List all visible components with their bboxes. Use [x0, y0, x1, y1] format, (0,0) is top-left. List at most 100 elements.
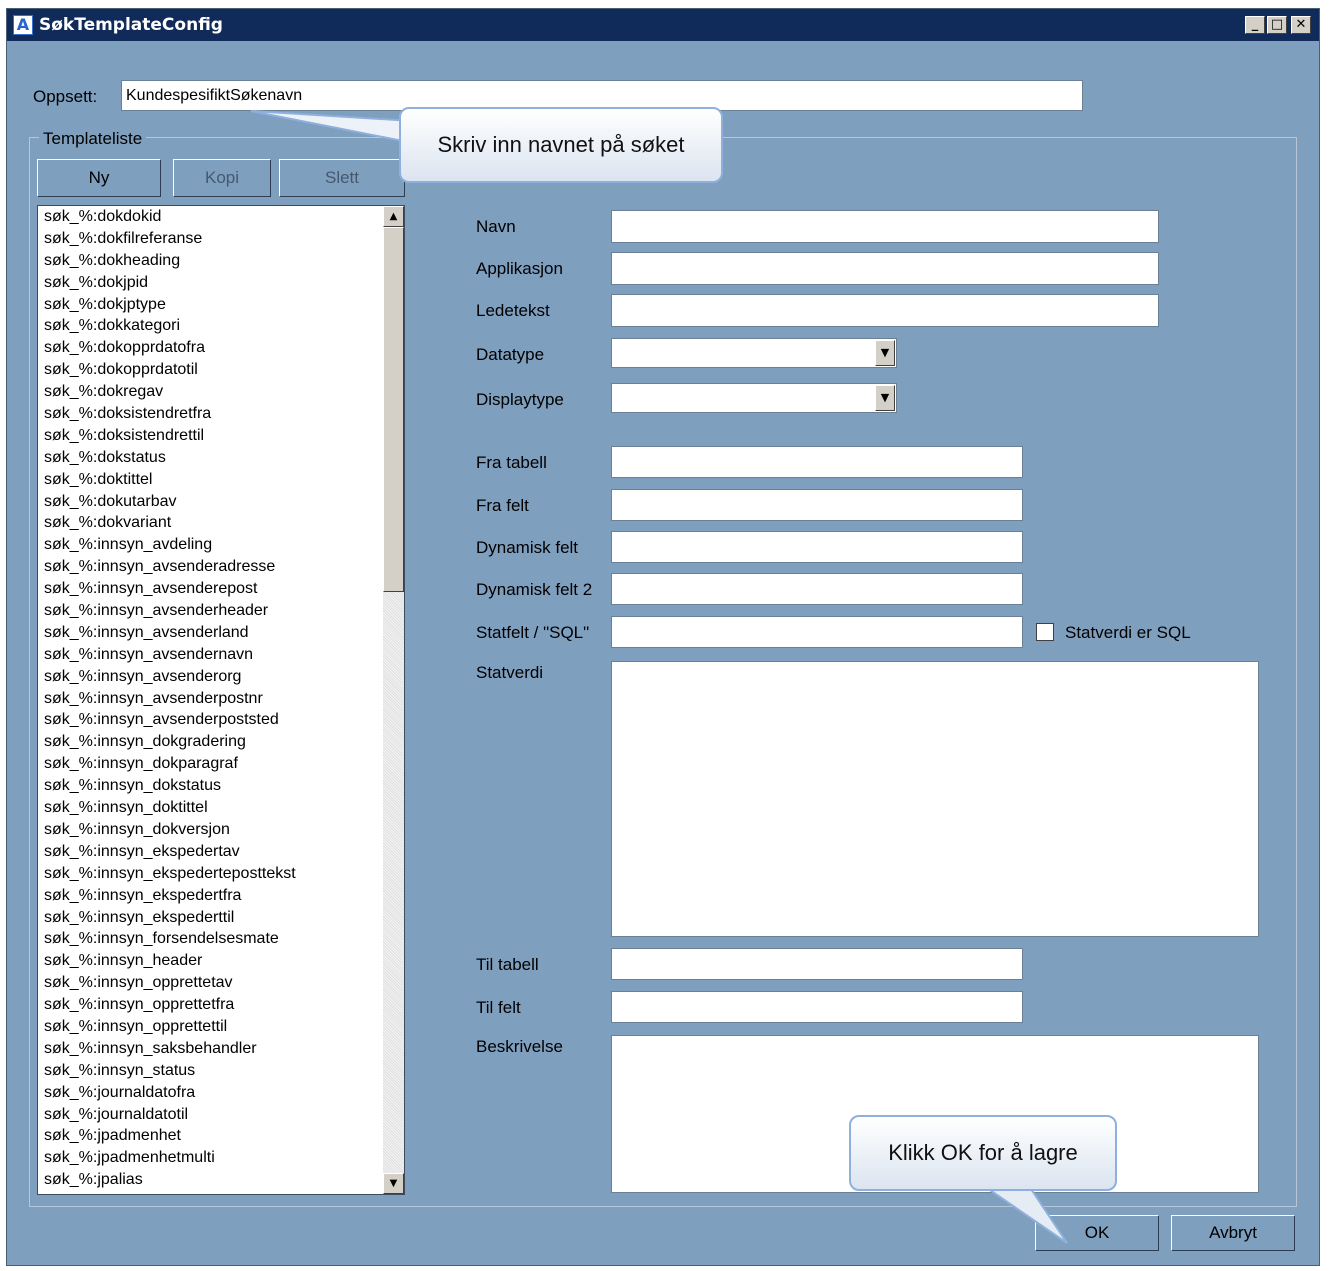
list-item[interactable]: søk_%:innsyn_status [44, 1061, 404, 1083]
scroll-thumb[interactable] [383, 227, 404, 592]
list-item[interactable]: søk_%:dokdokid [44, 207, 404, 229]
fra-felt-field[interactable] [611, 489, 1023, 521]
list-item[interactable]: søk_%:doksistendrettil [44, 426, 404, 448]
list-item[interactable]: søk_%:innsyn_avsenderpoststed [44, 710, 404, 732]
list-item[interactable]: søk_%:innsyn_avsenderheader [44, 601, 404, 623]
list-item[interactable]: søk_%:innsyn_dokstatus [44, 776, 404, 798]
cancel-button[interactable]: Avbryt [1171, 1215, 1295, 1251]
list-item[interactable]: søk_%:innsyn_avsenderpostnr [44, 689, 404, 711]
ledetekst-label: Ledetekst [476, 301, 550, 320]
chevron-down-icon[interactable]: ▼ [875, 340, 895, 366]
list-item[interactable]: søk_%:journaldatotil [44, 1105, 404, 1127]
navn-field[interactable] [611, 210, 1159, 243]
list-item[interactable]: søk_%:dokregav [44, 382, 404, 404]
list-item[interactable]: søk_%:innsyn_avsendernavn [44, 645, 404, 667]
applikasjon-field[interactable] [611, 252, 1159, 285]
list-item[interactable]: søk_%:jpadmenhetmulti [44, 1148, 404, 1170]
list-item[interactable]: søk_%:innsyn_opprettetfra [44, 995, 404, 1017]
fra-felt-input[interactable] [612, 490, 1022, 520]
fra-tabell-label: Fra tabell [476, 453, 547, 472]
list-item[interactable]: søk_%:doksistendretfra [44, 404, 404, 426]
copy-button[interactable]: Kopi [173, 159, 271, 197]
list-item[interactable]: søk_%:innsyn_opprettettil [44, 1017, 404, 1039]
statfelt-label: Statfelt / "SQL" [476, 623, 590, 642]
templateliste-label: Templateliste [39, 129, 147, 149]
statverdi-textarea[interactable] [611, 661, 1259, 937]
til-tabell-input[interactable] [612, 949, 1022, 979]
template-list-items: søk_%:dokdokid søk_%:dokfilreferanse søk_%… [38, 206, 404, 1192]
list-item[interactable]: søk_%:innsyn_avsenderorg [44, 667, 404, 689]
list-item[interactable]: søk_%:dokjptype [44, 295, 404, 317]
list-item[interactable]: søk_%:innsyn_avdeling [44, 535, 404, 557]
navn-label: Navn [476, 217, 516, 236]
ledetekst-input[interactable] [612, 295, 1158, 326]
statverdi-label: Statverdi [476, 663, 544, 682]
list-item[interactable]: søk_%:doktittel [44, 470, 404, 492]
list-item[interactable]: søk_%:jpadmenhet [44, 1126, 404, 1148]
list-item[interactable]: søk_%:journaldatofra [44, 1083, 404, 1105]
statverdi-er-sql-checkbox[interactable] [1036, 623, 1054, 641]
list-item[interactable]: søk_%:dokjpid [44, 273, 404, 295]
title-bar[interactable]: A SøkTemplateConfig _ □ ✕ [7, 9, 1319, 41]
list-item[interactable]: søk_%:innsyn_avsenderepost [44, 579, 404, 601]
scroll-up-icon[interactable]: ▲ [383, 206, 404, 227]
list-item[interactable]: søk_%:dokkategori [44, 316, 404, 338]
list-item[interactable]: søk_%:innsyn_dokgradering [44, 732, 404, 754]
datatype-select[interactable]: ▼ [611, 338, 897, 368]
list-item[interactable]: søk_%:innsyn_forsendelsesmate [44, 929, 404, 951]
fra-felt-label: Fra felt [476, 496, 529, 515]
statfelt-input[interactable] [612, 617, 1022, 647]
navn-input[interactable] [612, 211, 1158, 242]
dynamisk-felt-2-field[interactable] [611, 573, 1023, 605]
template-list[interactable]: søk_%:dokdokid søk_%:dokfilreferanse søk_%… [37, 205, 405, 1195]
fra-tabell-input[interactable] [612, 447, 1022, 477]
list-item[interactable]: søk_%:innsyn_header [44, 951, 404, 973]
scroll-down-icon[interactable]: ▼ [383, 1173, 404, 1194]
oppsett-input[interactable] [122, 81, 1082, 110]
window-title: SøkTemplateConfig [39, 15, 223, 35]
fra-tabell-field[interactable] [611, 446, 1023, 478]
list-item[interactable]: søk_%:dokheading [44, 251, 404, 273]
close-button[interactable]: ✕ [1291, 16, 1311, 34]
chevron-down-icon[interactable]: ▼ [875, 385, 895, 411]
til-tabell-field[interactable] [611, 948, 1023, 980]
list-item[interactable]: søk_%:dokopprdatofra [44, 338, 404, 360]
displaytype-select[interactable]: ▼ [611, 383, 897, 413]
til-felt-field[interactable] [611, 991, 1023, 1023]
applikasjon-input[interactable] [612, 253, 1158, 284]
list-item[interactable]: søk_%:jpalias [44, 1170, 404, 1192]
maximize-button[interactable]: □ [1267, 16, 1287, 34]
list-item[interactable]: søk_%:dokopprdatotil [44, 360, 404, 382]
dynamisk-felt-2-input[interactable] [612, 574, 1022, 604]
dialog-window: A SøkTemplateConfig _ □ ✕ Oppsett: Templ… [6, 8, 1320, 1266]
delete-button[interactable]: Slett [279, 159, 405, 197]
dynamisk-felt-input[interactable] [612, 532, 1022, 562]
ok-hint-callout: Klikk OK for å lagre [849, 1115, 1117, 1191]
ledetekst-field[interactable] [611, 294, 1159, 327]
list-item[interactable]: søk_%:dokutarbav [44, 492, 404, 514]
displaytype-label: Displaytype [476, 390, 564, 409]
list-scrollbar[interactable]: ▲ ▼ [383, 206, 404, 1194]
list-item[interactable]: søk_%:dokfilreferanse [44, 229, 404, 251]
list-item[interactable]: søk_%:dokvariant [44, 513, 404, 535]
list-item[interactable]: søk_%:dokstatus [44, 448, 404, 470]
list-item[interactable]: søk_%:innsyn_avsenderadresse [44, 557, 404, 579]
dynamisk-felt-field[interactable] [611, 531, 1023, 563]
dynamisk-felt-2-label: Dynamisk felt 2 [476, 580, 593, 599]
til-felt-input[interactable] [612, 992, 1022, 1022]
minimize-button[interactable]: _ [1245, 16, 1265, 34]
list-item[interactable]: søk_%:innsyn_ekspederttil [44, 908, 404, 930]
list-item[interactable]: søk_%:innsyn_ekspedertav [44, 842, 404, 864]
list-item[interactable]: søk_%:innsyn_ekspederteposttekst [44, 864, 404, 886]
list-item[interactable]: søk_%:innsyn_dokparagraf [44, 754, 404, 776]
callout-pointer [250, 110, 414, 145]
list-item[interactable]: søk_%:innsyn_ekspedertfra [44, 886, 404, 908]
new-button[interactable]: Ny [37, 159, 161, 197]
list-item[interactable]: søk_%:innsyn_opprettetav [44, 973, 404, 995]
list-item[interactable]: søk_%:innsyn_avsenderland [44, 623, 404, 645]
list-item[interactable]: søk_%:innsyn_saksbehandler [44, 1039, 404, 1061]
list-item[interactable]: søk_%:innsyn_dokversjon [44, 820, 404, 842]
list-item[interactable]: søk_%:innsyn_doktittel [44, 798, 404, 820]
oppsett-label: Oppsett: [33, 87, 98, 106]
statfelt-field[interactable] [611, 616, 1023, 648]
